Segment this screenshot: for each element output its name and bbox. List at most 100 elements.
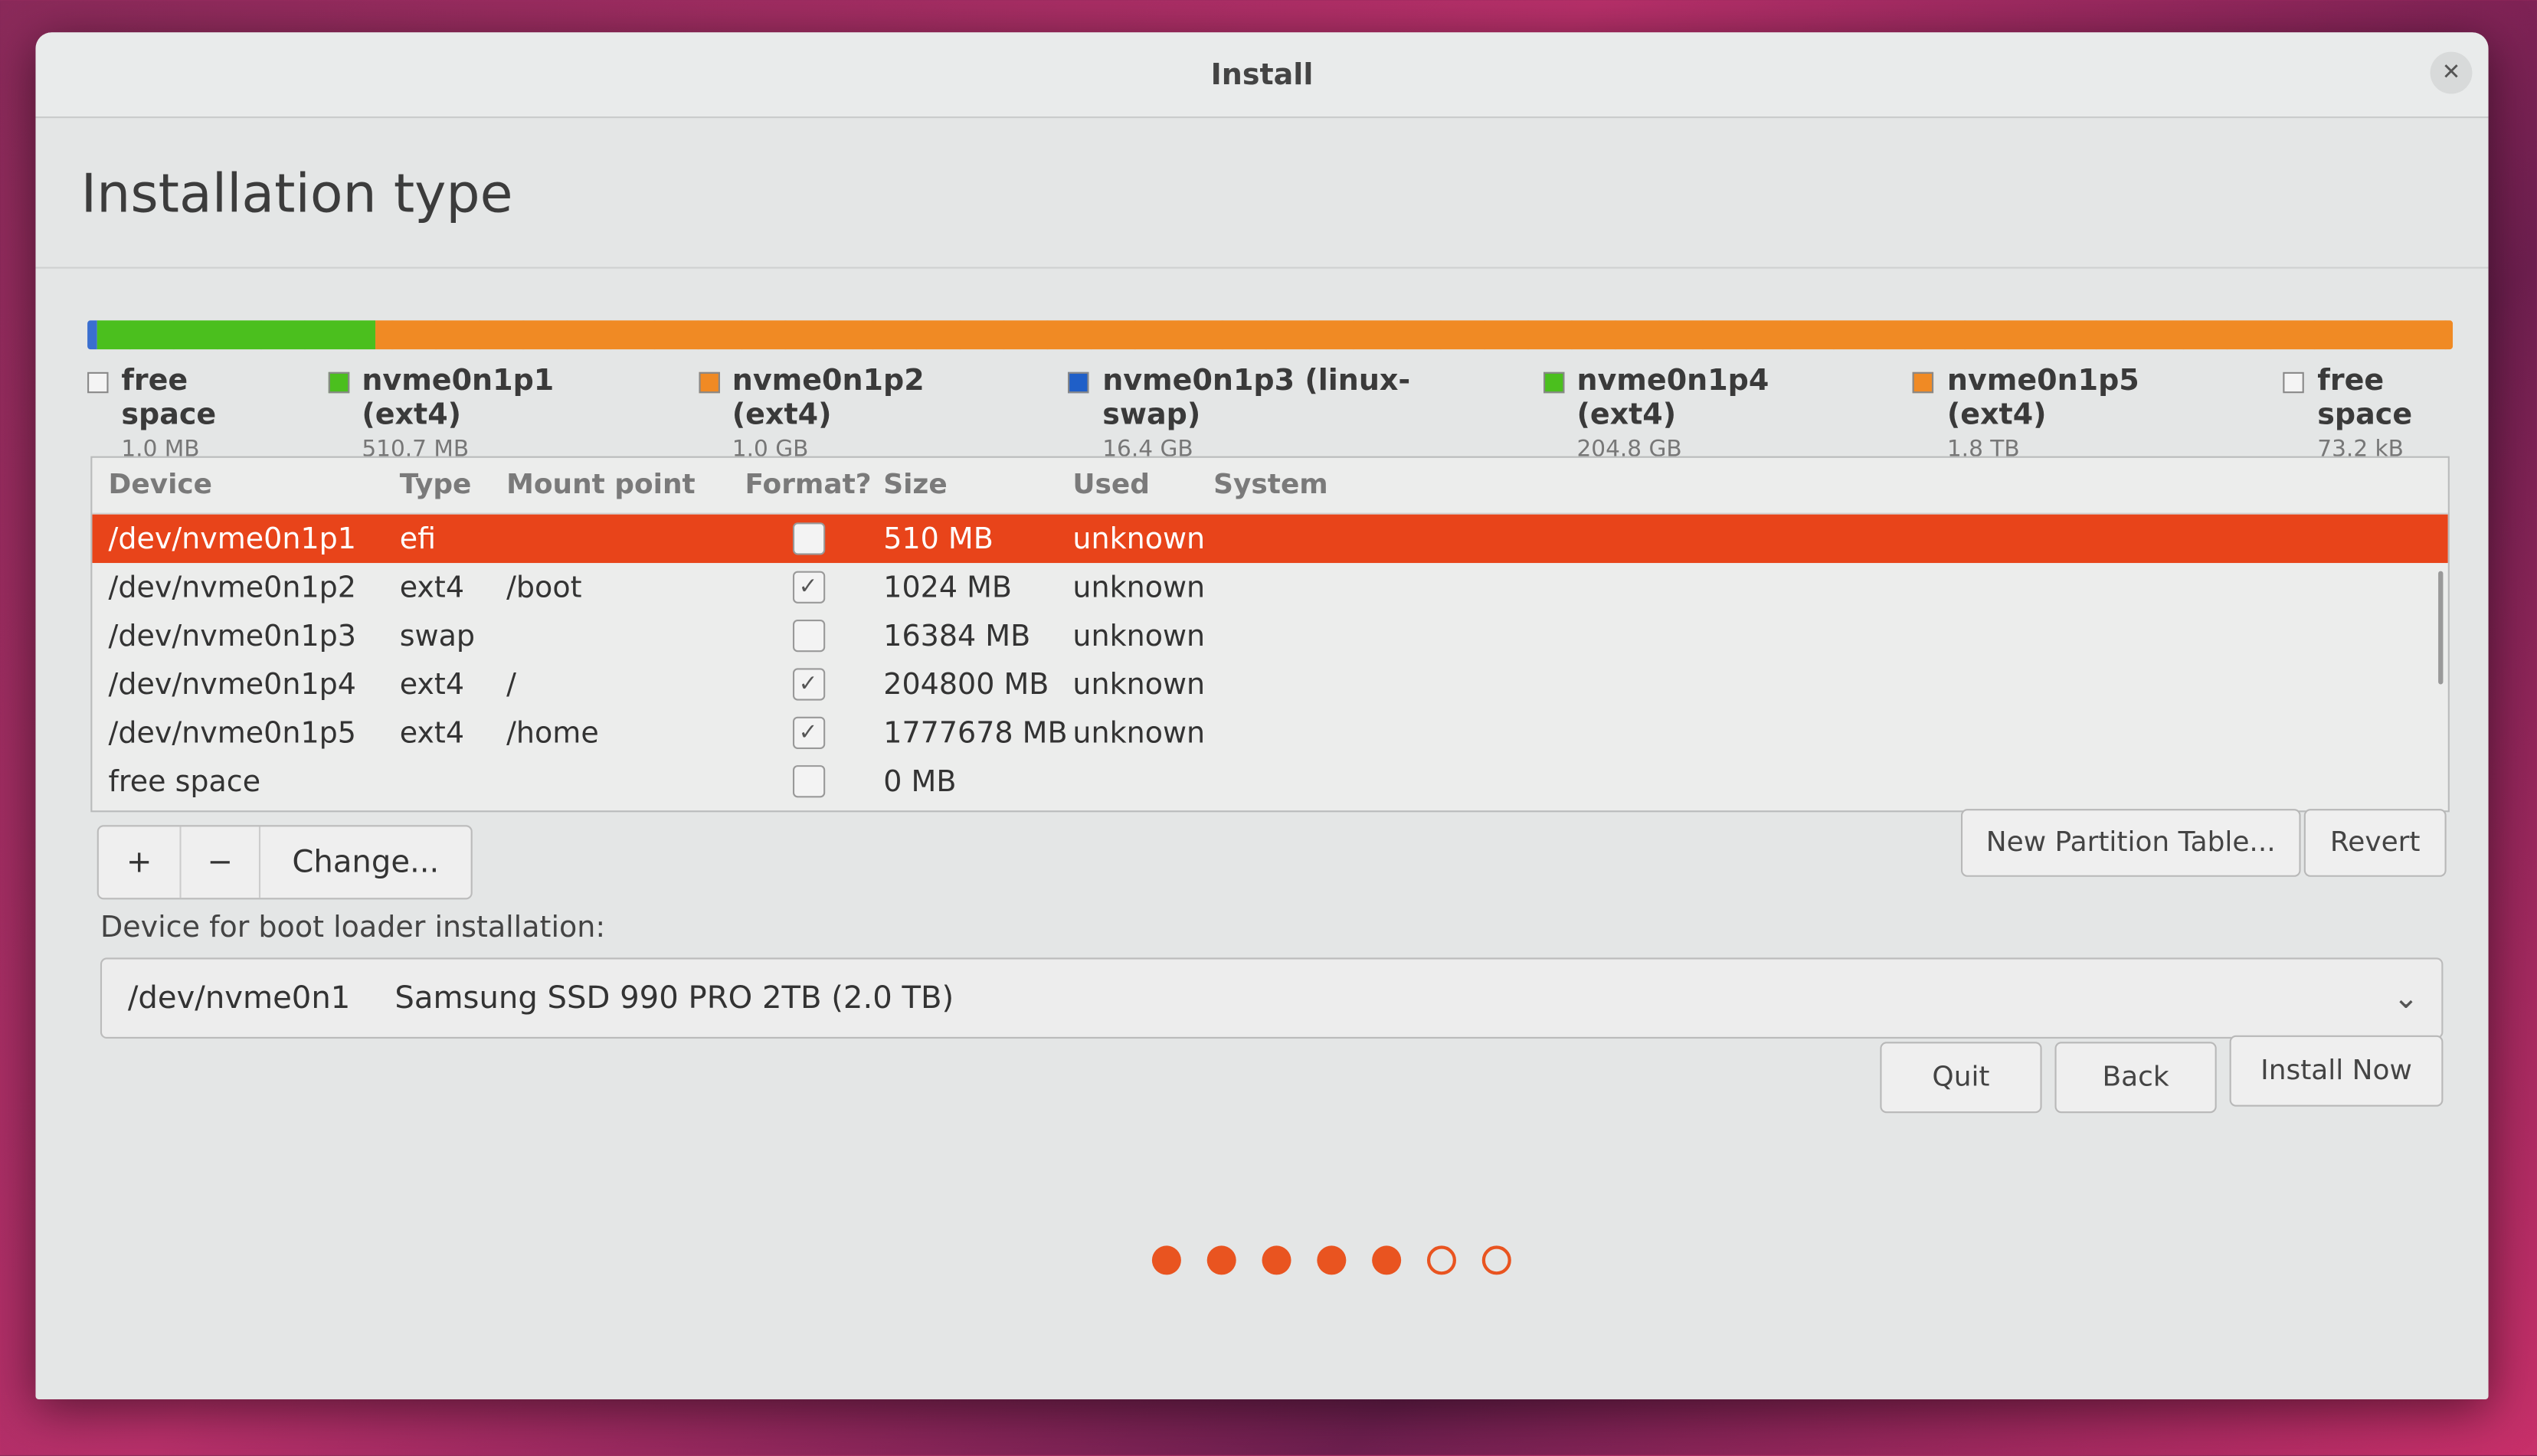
table-row[interactable]: /dev/nvme0n1p4 ext4 / ✓ 204800 MB unknown <box>92 660 2447 708</box>
format-cell <box>733 522 883 555</box>
mount-cell: / <box>506 667 516 702</box>
column-header[interactable]: System <box>1213 470 2448 502</box>
format-checkbox[interactable] <box>791 765 825 798</box>
legend-name: free space <box>2317 364 2413 432</box>
legend-text: free space 73.2 kB <box>2317 364 2488 463</box>
type-cell: ext4 <box>399 667 465 702</box>
device-cell: /dev/nvme0n1p3 <box>108 618 356 653</box>
partition-bar-segment <box>87 320 97 350</box>
scrollbar[interactable] <box>2438 571 2444 685</box>
bootloader-label: Device for boot loader installation: <box>100 911 606 945</box>
back-button[interactable]: Back <box>2054 1042 2217 1114</box>
type-cell: swap <box>399 618 476 653</box>
legend-swatch <box>328 371 349 394</box>
partition-bar <box>87 320 2454 350</box>
progress-dots <box>1151 1245 1511 1275</box>
device-cell: /dev/nvme0n1p4 <box>108 667 356 702</box>
table-row[interactable]: /dev/nvme0n1p2 ext4/boot ✓ 1024 MB unknown <box>92 563 2447 611</box>
mount-cell: /boot <box>506 570 582 604</box>
close-icon[interactable]: ✕ <box>2430 51 2473 94</box>
legend-item: nvme0n1p4 (ext4) 204.8 GB <box>1543 364 1877 463</box>
partition-bar-segment <box>97 320 376 350</box>
mount-cell: /home <box>506 715 599 751</box>
legend-item: nvme0n1p5 (ext4) 1.8 TB <box>1913 364 2248 463</box>
format-checkbox[interactable]: ✓ <box>791 716 825 749</box>
format-checkbox[interactable]: ✓ <box>791 571 825 604</box>
bootloader-description: Samsung SSD 990 PRO 2TB (2.0 TB) <box>394 980 954 1016</box>
used-cell: unknown <box>1072 715 1206 751</box>
format-cell <box>733 619 883 653</box>
bootloader-device-select[interactable]: /dev/nvme0n1 Samsung SSD 990 PRO 2TB (2.… <box>100 957 2444 1039</box>
format-checkbox[interactable] <box>791 619 825 653</box>
new-partition-table-button[interactable]: New Partition Table... <box>1960 809 2301 877</box>
format-cell: ✓ <box>733 571 883 604</box>
device-cell: free space <box>108 764 261 799</box>
table-row[interactable]: /dev/nvme0n1p3 swap 16384 MB unknown <box>92 611 2447 659</box>
table-row[interactable]: /dev/nvme0n1p5 ext4/home ✓ 1777678 MB unknow… <box>92 708 2447 757</box>
remove-partition-button[interactable]: − <box>182 826 261 898</box>
legend-name: nvme0n1p3 (linux-swap) <box>1102 364 1411 432</box>
legend-item: nvme0n1p2 (ext4) 1.0 GB <box>698 364 1033 463</box>
type-cell: ext4 <box>399 715 465 751</box>
legend-text: free space 1.0 MB <box>121 364 292 463</box>
legend-name: nvme0n1p2 (ext4) <box>732 364 925 432</box>
column-header[interactable]: Used <box>1072 470 1213 502</box>
title-bar: Install ✕ <box>35 32 2489 119</box>
size-cell: 0 MB <box>883 764 957 799</box>
progress-dot <box>1317 1245 1347 1275</box>
quit-button[interactable]: Quit <box>1880 1042 2042 1114</box>
device-cell: /dev/nvme0n1p5 <box>108 715 356 751</box>
type-cell: efi <box>399 522 437 556</box>
partition-legend: free space 1.0 MB nvme0n1p1 (ext4) 510.7 MB… <box>87 364 2489 463</box>
progress-dot <box>1481 1245 1511 1275</box>
device-cell: /dev/nvme0n1p2 <box>108 570 356 604</box>
legend-name: nvme0n1p5 (ext4) <box>1946 364 2139 432</box>
legend-swatch <box>1913 371 1934 394</box>
legend-name: nvme0n1p4 (ext4) <box>1576 364 1769 432</box>
column-header[interactable]: Device <box>92 470 399 502</box>
bootloader-device: /dev/nvme0n1 <box>127 980 351 1016</box>
legend-text: nvme0n1p3 (linux-swap) 16.4 GB <box>1102 364 1507 463</box>
page-title: Installation type <box>80 162 513 225</box>
format-checkbox[interactable] <box>791 522 825 555</box>
format-cell <box>733 765 883 798</box>
size-cell: 510 MB <box>883 522 994 556</box>
legend-item: free space 73.2 kB <box>2283 364 2489 463</box>
used-cell: unknown <box>1072 667 1206 702</box>
window-title: Install <box>1210 58 1314 93</box>
legend-swatch <box>87 371 109 394</box>
change-partition-button[interactable]: Change... <box>260 826 471 898</box>
legend-item: nvme0n1p1 (ext4) 510.7 MB <box>328 364 663 463</box>
legend-swatch <box>1543 371 1564 394</box>
progress-dot <box>1206 1245 1236 1275</box>
legend-swatch <box>2283 371 2305 394</box>
add-partition-button[interactable]: + <box>99 826 182 898</box>
install-now-button[interactable]: Install Now <box>2229 1035 2444 1107</box>
size-cell: 1024 MB <box>883 570 1013 604</box>
legend-name: nvme0n1p1 (ext4) <box>362 364 555 432</box>
size-cell: 16384 MB <box>883 618 1031 653</box>
used-cell: unknown <box>1072 618 1206 653</box>
installer-window: Install ✕ Installation type free space 1.… <box>35 32 2489 1400</box>
legend-text: nvme0n1p2 (ext4) 1.0 GB <box>732 364 1033 463</box>
chevron-down-icon: ⌄ <box>2393 980 2419 1016</box>
legend-text: nvme0n1p5 (ext4) 1.8 TB <box>1947 364 2248 463</box>
progress-dot <box>1151 1245 1181 1275</box>
partition-table: Device Type Mount point Format? Size Used Syst… <box>90 456 2450 813</box>
legend-item: nvme0n1p3 (linux-swap) 16.4 GB <box>1068 364 1507 463</box>
legend-text: nvme0n1p1 (ext4) 510.7 MB <box>362 364 663 463</box>
format-cell: ✓ <box>733 716 883 749</box>
revert-button[interactable]: Revert <box>2303 809 2447 877</box>
table-header: Device Type Mount point Format? Size Used Syst… <box>92 458 2448 515</box>
table-row[interactable]: free space 0 MB <box>92 757 2447 806</box>
column-header[interactable]: Mount point <box>506 470 733 502</box>
column-header[interactable]: Format? <box>733 470 883 502</box>
table-row[interactable]: /dev/nvme0n1p1 efi 510 MB unknown <box>92 514 2448 564</box>
progress-dot <box>1372 1245 1402 1275</box>
type-cell: ext4 <box>399 570 465 604</box>
partition-bar-segment <box>375 320 2454 350</box>
column-header[interactable]: Type <box>400 470 506 502</box>
format-checkbox[interactable]: ✓ <box>791 668 825 701</box>
size-cell: 1777678 MB <box>883 715 1068 751</box>
column-header[interactable]: Size <box>883 470 1072 502</box>
